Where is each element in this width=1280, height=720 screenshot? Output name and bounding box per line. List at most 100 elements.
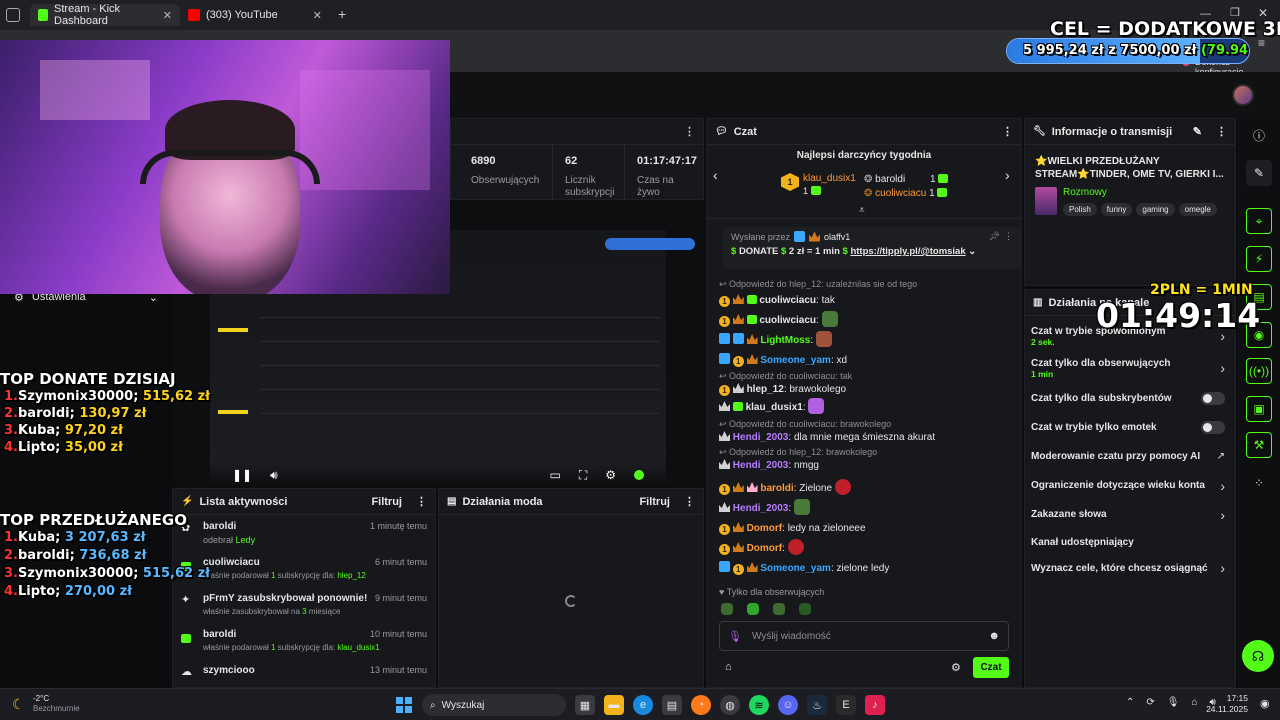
list-item[interactable]: ✦ pFrmY zasubskrybował ponownie! 9 minut … <box>181 593 427 629</box>
chat-input[interactable]: 🎙︎ Wyślij wiadomość ☻ <box>719 621 1009 651</box>
chat-username[interactable]: Someone_yam <box>760 355 831 366</box>
new-tab-button[interactable]: + <box>338 6 346 22</box>
gifter-2[interactable]: ❂ baroldi 1 <box>864 173 949 187</box>
chevron-down-icon[interactable]: ⌄ <box>968 246 976 257</box>
chevron-up-icon[interactable]: ⌃ <box>1126 697 1134 708</box>
more-icon[interactable]: ⋮ <box>1002 125 1013 138</box>
chat-message[interactable]: 1 Someone_yam: zielone ledy <box>719 559 1009 579</box>
tiktok-icon[interactable]: ♪ <box>865 695 885 715</box>
spotify-icon[interactable]: ≋ <box>749 695 769 715</box>
chat-username[interactable]: LightMoss <box>760 335 810 346</box>
action-followers-only[interactable]: Czat tylko dla obserwujących 1 min › <box>1031 352 1225 384</box>
chat-message[interactable]: 1 hlep_12: brawokolego <box>719 383 1009 397</box>
chat-message[interactable]: 1 baroldi: Zielone <box>719 479 1009 499</box>
collapse-icon[interactable]: ⩡ <box>859 205 865 216</box>
emote-icon[interactable] <box>747 603 759 615</box>
more-icon[interactable]: ⋮ <box>1216 125 1227 138</box>
network-icon[interactable]: ⌂ <box>1191 697 1197 708</box>
microphone-icon[interactable]: 🎙︎ <box>728 630 742 643</box>
chat-message[interactable]: Hendi_2003: <box>719 499 1009 519</box>
action-sharing-channel[interactable]: Kanał udostępniający <box>1031 529 1225 555</box>
emoji-icon[interactable]: ☻ <box>988 630 1000 642</box>
store-icon[interactable]: ▤ <box>662 695 682 715</box>
layout-icon[interactable]: ▣ <box>1246 396 1272 422</box>
more-icon[interactable]: ⋮ <box>684 125 695 138</box>
edit-icon[interactable]: ✎ <box>1246 160 1272 186</box>
tag[interactable]: funny <box>1100 203 1133 216</box>
more-icon[interactable]: ⋮ <box>684 495 695 508</box>
chat-message[interactable]: 1 cuoliwciacu: <box>719 311 1009 331</box>
chat-message[interactable]: 1 Domorf: ledy na zieloneee <box>719 519 1009 539</box>
notifications-icon[interactable]: ◉ <box>1260 697 1270 710</box>
chat-username[interactable]: hlep_12 <box>747 384 784 395</box>
list-item[interactable]: cuoliwciacu 6 minut temu właśnie podarowa… <box>181 557 427 593</box>
action-emote-only[interactable]: Czat w trybie tylko emotek <box>1031 413 1225 442</box>
gear-icon[interactable]: ⚙ <box>951 661 961 674</box>
theater-icon[interactable]: ▭ <box>549 468 560 482</box>
action-ai-moderation[interactable]: Moderowanie czatu przy pomocy AI ↗ <box>1031 442 1225 471</box>
pinned-message[interactable]: Wysłane przez olaffv1 📌︎ ⋮ $ DONATE $ 2 … <box>723 227 1021 269</box>
github-icon[interactable]: ◍ <box>720 695 740 715</box>
list-item[interactable]: ✿ baroldi 1 minutę temu odebrał Ledy <box>181 521 427 557</box>
action-set-goals[interactable]: Wyznacz cele, które chcesz osiągnąć › <box>1031 555 1225 581</box>
filter-button[interactable]: Filtruj <box>639 496 670 508</box>
chat-message[interactable]: LightMoss: <box>719 331 1009 351</box>
tag[interactable]: omegle <box>1178 203 1217 216</box>
emote-icon[interactable] <box>721 603 733 615</box>
chat-username[interactable]: Someone_yam <box>760 563 831 574</box>
tag[interactable]: Polish <box>1063 203 1097 216</box>
fullscreen-icon[interactable]: ⛶ <box>579 468 587 483</box>
file-explorer-icon[interactable]: ▬ <box>604 695 624 715</box>
category-thumbnail[interactable] <box>1035 187 1057 215</box>
chat-username[interactable]: Hendi_2003 <box>733 460 789 471</box>
close-icon[interactable]: ✕ <box>163 9 172 22</box>
chat-username[interactable]: cuoliwciacu <box>759 295 816 306</box>
chevron-left-icon[interactable]: ‹ <box>713 167 718 183</box>
tab-kick-dashboard[interactable]: Stream - Kick Dashboard ✕ <box>30 3 180 27</box>
more-icon[interactable]: ⋮ <box>1004 231 1013 242</box>
chat-username[interactable]: Domorf <box>747 523 783 534</box>
tag[interactable]: gaming <box>1136 203 1175 216</box>
steam-icon[interactable]: ♨ <box>807 695 827 715</box>
category-name[interactable]: Rozmowy <box>1063 187 1217 198</box>
clock[interactable]: 17:15 24.11.2025 <box>1206 693 1248 715</box>
volume-icon[interactable]: 🔊︎ <box>270 468 278 483</box>
chat-username[interactable]: cuoliwciacu <box>759 315 816 326</box>
epic-games-icon[interactable]: E <box>836 695 856 715</box>
more-icon[interactable]: ⋮ <box>416 495 427 508</box>
search-input[interactable]: ⌕ Wyszukaj <box>422 694 566 716</box>
shop-icon[interactable]: ⌂ <box>725 661 732 673</box>
action-banned-words[interactable]: Zakazane słowa › <box>1031 500 1225 529</box>
gifter-1[interactable]: klau_dusix1 1 <box>803 173 856 196</box>
chat-username[interactable]: klau_dusix1 <box>746 402 803 413</box>
bolt-icon[interactable]: ⚡︎ <box>1246 246 1272 272</box>
firefox-icon[interactable]: ◔ <box>691 695 711 715</box>
avatar[interactable] <box>1232 84 1254 106</box>
list-item[interactable]: baroldi 10 minut temu właśnie podarował 1… <box>181 629 427 665</box>
discord-icon[interactable]: ☺ <box>778 695 798 715</box>
list-item[interactable]: ☁ szymciooo 13 minut temu <box>181 665 427 685</box>
chat-message[interactable]: Hendi_2003: nmgg <box>719 459 1009 479</box>
tab-actions-icon[interactable] <box>6 8 20 22</box>
edge-icon[interactable]: e <box>633 695 653 715</box>
task-view-icon[interactable]: ▦ <box>575 695 595 715</box>
close-icon[interactable]: ✕ <box>313 9 322 22</box>
chat-message[interactable]: 1 Someone_yam: xd <box>719 351 1009 371</box>
emote-only-toggle[interactable] <box>1201 421 1225 434</box>
chat-message[interactable]: Hendi_2003: dla mnie mega śmieszna akura… <box>719 431 1009 447</box>
add-action-icon[interactable]: ⁘ <box>1246 470 1272 496</box>
chat-message[interactable]: 1 cuoliwciacu: tak <box>719 291 1009 311</box>
windows-start-icon[interactable] <box>396 697 412 713</box>
chat-username[interactable]: Hendi_2003 <box>733 432 789 443</box>
pin-link[interactable]: https://tipply.pl/@tomsiak <box>850 246 965 257</box>
chevron-right-icon[interactable]: › <box>1005 167 1010 183</box>
emote-icon[interactable] <box>799 603 811 615</box>
microphone-icon[interactable]: 🎙︎ <box>1167 697 1180 708</box>
send-chat-button[interactable]: Czat <box>973 657 1009 678</box>
chat-message[interactable]: klau_dusix1: <box>719 397 1009 419</box>
chat-username[interactable]: baroldi <box>760 483 793 494</box>
broadcast-icon[interactable]: ((•)) <box>1246 358 1272 384</box>
filter-button[interactable]: Filtruj <box>371 496 402 508</box>
gear-icon[interactable]: ⚙ <box>605 468 616 482</box>
pause-icon[interactable]: ❚❚ <box>232 468 252 482</box>
